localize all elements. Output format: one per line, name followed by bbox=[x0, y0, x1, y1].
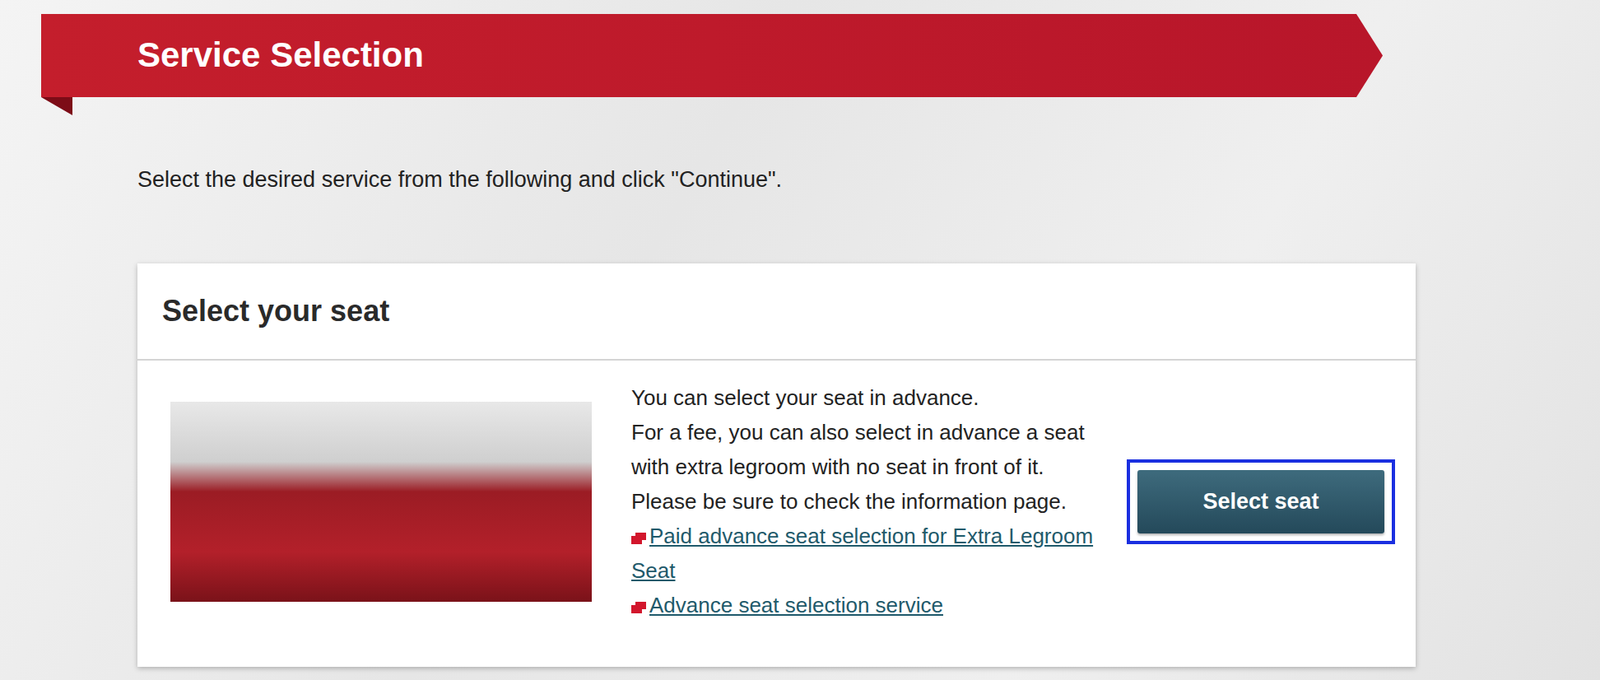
banner-fold bbox=[41, 97, 73, 116]
select-seat-button[interactable]: Select seat bbox=[1137, 469, 1385, 534]
page: Service Selection Select the desired serv… bbox=[0, 0, 1600, 680]
description-text: For a fee, you can also select in advanc… bbox=[631, 414, 1111, 519]
info-link[interactable]: Advance seat selection service bbox=[631, 587, 1111, 623]
window-link-icon bbox=[631, 601, 647, 614]
seat-card: Select your seat You can select your seat… bbox=[137, 263, 1416, 667]
description-text: You can select your seat in advance. bbox=[631, 380, 1111, 415]
title-banner: Service Selection bbox=[41, 13, 1383, 98]
cabin-photo bbox=[170, 401, 592, 602]
card-header: Select your seat bbox=[137, 263, 1416, 361]
description: You can select your seat in advance.For … bbox=[631, 380, 1111, 623]
card-body: You can select your seat in advance.For … bbox=[137, 360, 1416, 623]
instruction-text: Select the desired service from the foll… bbox=[137, 166, 1600, 193]
window-link-icon bbox=[631, 532, 647, 545]
button-focus-frame: Select seat bbox=[1126, 459, 1396, 545]
info-link[interactable]: Paid advance seat selection for Extra Le… bbox=[631, 518, 1111, 588]
